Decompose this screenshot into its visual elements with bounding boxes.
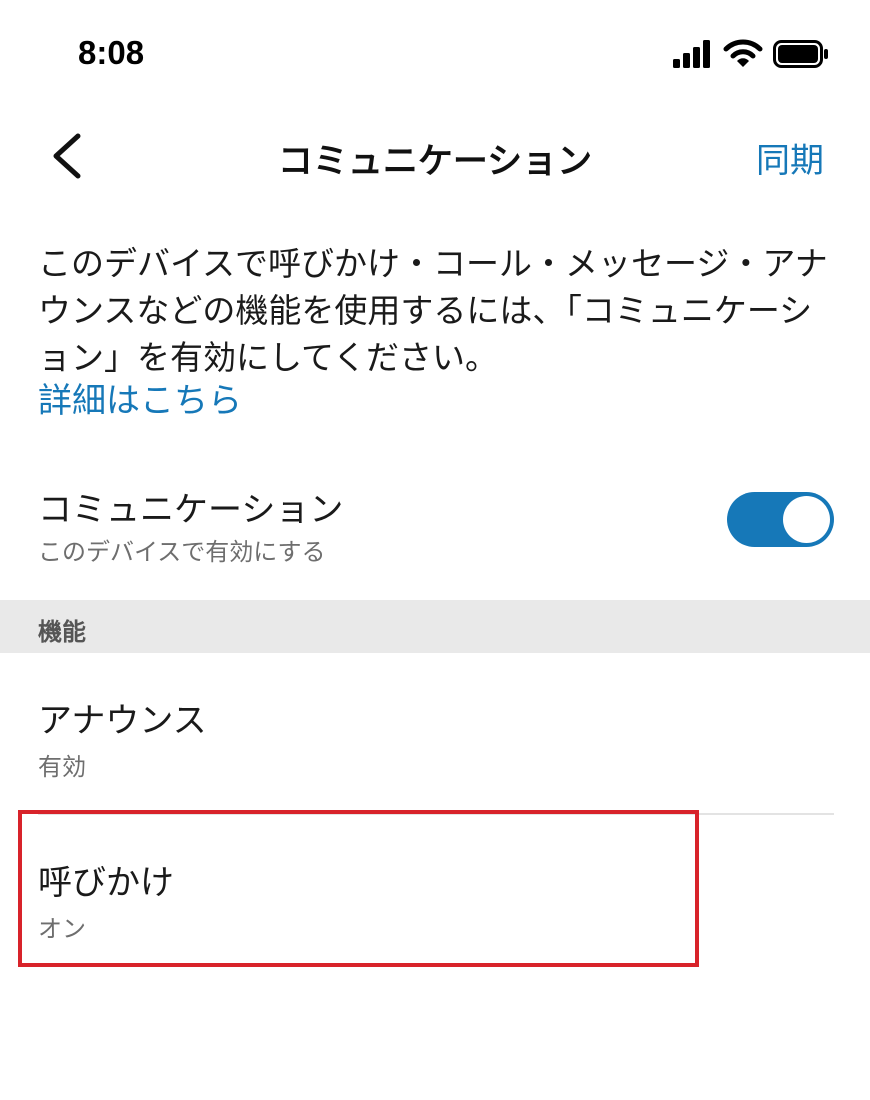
- feature-status: オン: [38, 915, 86, 943]
- feature-status: 有効: [38, 753, 86, 781]
- communication-settings-screen: 8:08 コミュニケーション 同期 このデバイスで呼びかけ・コール・メッセージ・: [0, 0, 870, 1100]
- feature-title: 呼びかけ: [38, 863, 174, 903]
- sync-button[interactable]: 同期: [756, 133, 824, 182]
- description-text: このデバイスで呼びかけ・コール・メッセージ・アナウンスなどの機能を使用するには、…: [38, 244, 828, 377]
- status-bar: 8:08: [0, 0, 870, 110]
- battery-icon: [773, 40, 828, 68]
- row-divider: [38, 813, 834, 815]
- feature-item-drop-in[interactable]: 呼びかけ オン: [0, 817, 870, 977]
- learn-more-link[interactable]: 詳細はこちら: [38, 373, 242, 422]
- section-header-label: 機能: [38, 618, 86, 646]
- toggle-knob: [783, 496, 830, 543]
- wifi-icon: [723, 39, 763, 67]
- navigation-bar: コミュニケーション 同期: [0, 110, 870, 200]
- signal-icon: [673, 40, 710, 68]
- communication-toggle-row: コミュニケーション このデバイスで有効にする: [0, 470, 870, 600]
- feature-title: アナウンス: [38, 701, 207, 741]
- communication-toggle-switch[interactable]: [727, 492, 834, 547]
- communication-toggle-subtitle: このデバイスで有効にする: [38, 538, 326, 566]
- status-time: 8:08: [78, 34, 145, 71]
- features-section-header: 機能: [0, 600, 870, 653]
- page-title: コミュニケーション: [277, 142, 593, 182]
- feature-item-announcements[interactable]: アナウンス 有効: [0, 655, 870, 815]
- communication-toggle-title: コミュニケーション: [38, 490, 344, 530]
